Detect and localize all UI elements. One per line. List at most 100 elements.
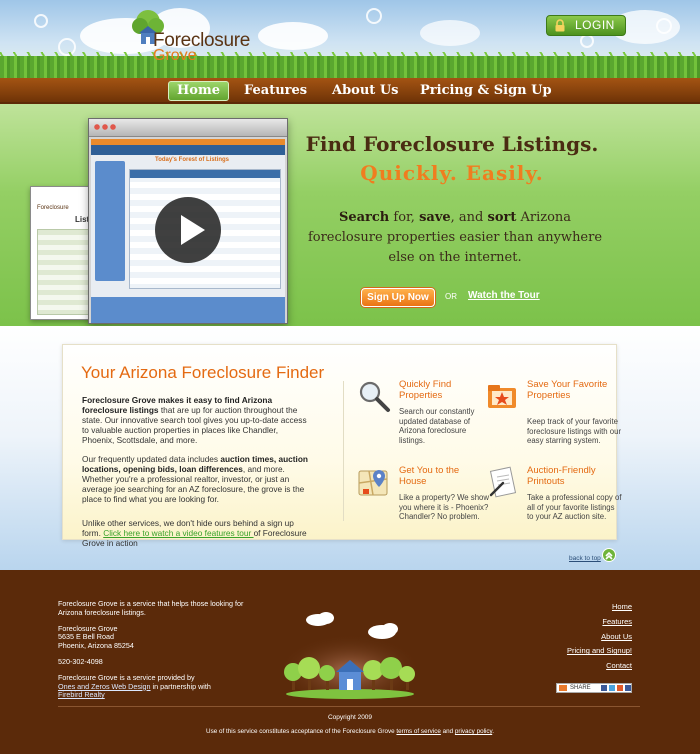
- screenshot-table-head: [130, 170, 280, 178]
- swirl-decoration: [580, 34, 594, 48]
- grass-decoration: [0, 56, 700, 78]
- login-button[interactable]: LOGIN: [546, 15, 626, 36]
- nav-item-home[interactable]: Home: [168, 81, 229, 101]
- finder-paragraph: Our frequently updated data includes auc…: [82, 454, 312, 504]
- footer-link-about-us[interactable]: About Us: [567, 630, 632, 645]
- firebird-realty-link[interactable]: Firebird Realty: [58, 690, 105, 699]
- cloud-decoration: [420, 20, 480, 46]
- nav-item-features[interactable]: Features: [244, 81, 307, 101]
- share-label: SHARE: [570, 685, 591, 691]
- hero-tagline: Quickly. Easily.: [360, 161, 544, 185]
- magnifier-icon: [359, 381, 390, 412]
- terms-notice: Use of this service constitutes acceptan…: [0, 728, 700, 735]
- facebook-icon: [625, 685, 631, 691]
- site-header: Foreclosure Grove LOGIN: [0, 0, 700, 78]
- hero-subheadline: Search for, save, and sort Arizona forec…: [300, 208, 610, 268]
- facebook-icon: [601, 685, 607, 691]
- footer-link-contact[interactable]: Contact: [567, 659, 632, 674]
- site-logo[interactable]: Foreclosure Grove: [123, 6, 273, 64]
- hero-sub-text: , and: [450, 210, 488, 225]
- footer-info: Foreclosure Grove is a service that help…: [58, 599, 258, 707]
- finder-description: Foreclosure Grove makes it easy to find …: [82, 395, 312, 557]
- footer-provided-text: Foreclosure Grove is a service provided …: [58, 672, 195, 682]
- back-to-top-link[interactable]: back to top: [569, 555, 601, 562]
- swirl-decoration: [34, 14, 48, 28]
- feature-title: Quickly Find Properties: [399, 379, 452, 401]
- panel-divider: [343, 381, 344, 521]
- feature-text: Search our constantly updated database o…: [399, 407, 475, 445]
- share-button[interactable]: SHARE: [556, 683, 632, 693]
- hero-sub-bold: save: [419, 210, 451, 225]
- digg-icon: [617, 685, 623, 691]
- window-buttons: [93, 124, 117, 130]
- footer-address-line1: 5635 E Bell Road: [58, 632, 114, 642]
- feature-text: Take a professional copy of all of your …: [527, 493, 622, 521]
- watch-tour-link[interactable]: Watch the Tour: [468, 290, 540, 301]
- footer-address-line2: Phoenix, Arizona 85254: [58, 641, 134, 651]
- feature-text: Keep track of your favorite foreclosure …: [527, 417, 622, 445]
- swirl-decoration: [656, 18, 672, 34]
- nav-item-pricing[interactable]: Pricing & Sign Up: [420, 81, 552, 101]
- site-footer: Foreclosure Grove is a service that help…: [0, 570, 700, 754]
- footer-link-home[interactable]: Home: [567, 600, 632, 615]
- terms-text: .: [492, 728, 494, 735]
- ones-and-zeros-link[interactable]: Ones and Zeros Web Design: [58, 682, 151, 691]
- footer-provided-text: in partnership with: [150, 681, 211, 691]
- hero-sub-bold: Search: [338, 210, 390, 225]
- footer-divider: [58, 706, 640, 707]
- back-screenshot-logo: Foreclosure: [37, 205, 69, 211]
- nav-item-about-us[interactable]: About Us: [332, 81, 399, 101]
- or-separator: OR: [445, 292, 457, 301]
- feature-title: Auction-Friendly Printouts: [527, 465, 596, 487]
- copyright: Copyright 2009: [327, 714, 373, 721]
- main-nav: Home Features About Us Pricing & Sign Up: [0, 78, 700, 104]
- sign-up-button[interactable]: Sign Up Now: [361, 288, 435, 307]
- footer-link-features[interactable]: Features: [567, 615, 632, 630]
- footer-provided-by: Foreclosure Grove is a service provided …: [58, 672, 258, 700]
- up-arrow-icon[interactable]: [602, 548, 616, 562]
- finder-panel: Your Arizona Foreclosure Finder Foreclos…: [62, 344, 621, 548]
- footer-links: Home Features About Us Pricing and Signu…: [567, 600, 632, 674]
- printout-icon: [489, 466, 517, 498]
- app-screenshot: Today's Forest of Listings: [88, 118, 288, 324]
- feature-title: Get You to the House: [399, 465, 460, 487]
- terms-text: and: [440, 728, 455, 735]
- hero-sub-text: for,: [389, 210, 420, 225]
- share-icon: [559, 685, 567, 691]
- features-band: Your Arizona Foreclosure Finder Foreclos…: [0, 326, 700, 570]
- screenshot-sidebar: [95, 161, 125, 281]
- video-tour-link[interactable]: Click here to watch a video features tou…: [103, 528, 253, 538]
- logo-text-line2: Grove: [153, 47, 197, 64]
- feature-title: Save Your Favorite Properties: [527, 379, 608, 401]
- terms-text: Use of this service constitutes acceptan…: [206, 728, 397, 735]
- finder-p2-text: Our frequently updated data includes: [82, 454, 221, 464]
- lock-icon: [555, 19, 565, 32]
- footer-link-pricing[interactable]: Pricing and Signup!: [567, 644, 632, 659]
- twitter-icon: [609, 685, 615, 691]
- terms-of-service-link[interactable]: terms of service: [396, 728, 440, 735]
- play-icon: [181, 215, 205, 245]
- screenshot-title: Today's Forest of Listings: [155, 157, 229, 163]
- grove-illustration: [284, 612, 416, 700]
- finder-paragraph: Foreclosure Grove makes it easy to find …: [82, 395, 312, 445]
- screenshot-blue-bar: [91, 145, 285, 155]
- footer-address: Foreclosure Grove 5635 E Bell Road Phoen…: [58, 623, 258, 651]
- footer-about: Foreclosure Grove is a service that help…: [58, 599, 244, 617]
- hero-sub-bold: sort: [487, 210, 517, 225]
- hero-section: Foreclosure Listi Today's Forest of List…: [0, 104, 700, 326]
- up-arrow-glyph: [605, 551, 613, 560]
- map-icon: [358, 470, 388, 496]
- feature-text: Like a property? We show you where it is…: [399, 493, 489, 521]
- browser-chrome: [89, 119, 287, 137]
- finder-title: Your Arizona Foreclosure Finder: [81, 363, 325, 382]
- screenshot-footer: [91, 297, 285, 323]
- finder-paragraph: Unlike other services, we don't hide our…: [82, 518, 312, 548]
- folder-star-icon: [488, 385, 516, 408]
- footer-phone: 520-302-4098: [58, 656, 103, 666]
- privacy-policy-link[interactable]: privacy policy: [455, 728, 492, 735]
- play-video-button[interactable]: [155, 197, 221, 263]
- footer-company-name: Foreclosure Grove: [58, 623, 118, 633]
- login-label: LOGIN: [575, 18, 615, 32]
- swirl-decoration: [366, 8, 382, 24]
- hero-headline: Find Foreclosure Listings.: [305, 132, 599, 156]
